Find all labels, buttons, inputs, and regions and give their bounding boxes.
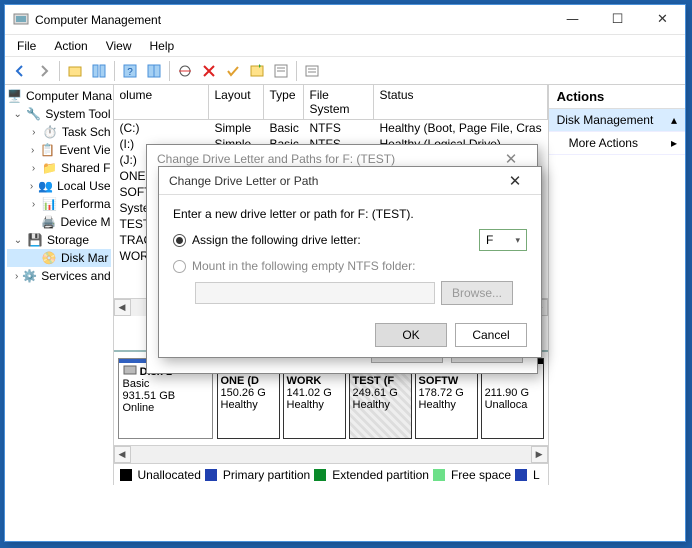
close-button[interactable]: ✕ bbox=[640, 5, 685, 34]
scroll-left-icon[interactable]: ◀ bbox=[114, 446, 131, 463]
drive-letter-select[interactable]: F ▾ bbox=[479, 229, 527, 251]
col-status[interactable]: Status bbox=[374, 85, 548, 119]
swatch-free bbox=[433, 469, 445, 481]
dialog2-cancel-button[interactable]: Cancel bbox=[455, 323, 527, 347]
swatch-primary bbox=[205, 469, 217, 481]
swatch-extended bbox=[314, 469, 326, 481]
col-layout[interactable]: Layout bbox=[209, 85, 264, 119]
tree-root[interactable]: 🖥️Computer Mana bbox=[7, 87, 111, 105]
svg-text:?: ? bbox=[127, 67, 133, 78]
delete-icon[interactable] bbox=[198, 60, 220, 82]
browse-button: Browse... bbox=[441, 281, 513, 305]
volume-row[interactable]: (C:)SimpleBasicNTFSHealthy (Boot, Page F… bbox=[114, 120, 548, 136]
tree-event-viewer[interactable]: ›📋Event Vie bbox=[7, 141, 111, 159]
mount-path-input bbox=[195, 282, 435, 304]
disk-size: 931.51 GB bbox=[123, 390, 176, 402]
menubar: File Action View Help bbox=[5, 35, 685, 57]
view-button[interactable] bbox=[88, 60, 110, 82]
radio-on-icon bbox=[173, 234, 186, 247]
dialog2-title: Change Drive Letter or Path bbox=[169, 174, 318, 188]
properties-icon[interactable] bbox=[270, 60, 292, 82]
new-icon[interactable] bbox=[246, 60, 268, 82]
disk-type: Basic bbox=[123, 378, 150, 390]
tree-services[interactable]: ›⚙️Services and bbox=[7, 267, 111, 285]
actions-header: Actions bbox=[549, 85, 685, 109]
check-icon[interactable] bbox=[222, 60, 244, 82]
app-icon bbox=[13, 12, 29, 28]
columns-button[interactable] bbox=[143, 60, 165, 82]
actions-disk-management[interactable]: Disk Management▴ bbox=[549, 109, 685, 132]
tree-shared-folders[interactable]: ›📁Shared F bbox=[7, 159, 111, 177]
help-button[interactable]: ? bbox=[119, 60, 141, 82]
list-icon[interactable] bbox=[301, 60, 323, 82]
settings-icon[interactable] bbox=[174, 60, 196, 82]
dialog-change-letter: Change Drive Letter or Path ✕ Enter a ne… bbox=[158, 166, 542, 358]
tree-device-manager[interactable]: 🖨️Device M bbox=[7, 213, 111, 231]
scroll-right-icon[interactable]: ▶ bbox=[531, 446, 548, 463]
minimize-button[interactable]: — bbox=[550, 5, 595, 34]
tree-performance[interactable]: ›📊Performa bbox=[7, 195, 111, 213]
disk-h-scrollbar[interactable]: ◀ ▶ bbox=[114, 445, 548, 463]
dialog1-title: Change Drive Letter and Paths for F: (TE… bbox=[157, 152, 395, 166]
dialog2-prompt: Enter a new drive letter or path for F: … bbox=[173, 207, 527, 221]
tree-task-scheduler[interactable]: ›⏱️Task Sch bbox=[7, 123, 111, 141]
legend: Unallocated Primary partition Extended p… bbox=[114, 463, 548, 485]
toolbar: ? bbox=[5, 57, 685, 85]
radio-off-icon bbox=[173, 260, 186, 273]
dialog2-ok-button[interactable]: OK bbox=[375, 323, 447, 347]
swatch-logical bbox=[515, 469, 527, 481]
back-button[interactable] bbox=[9, 60, 31, 82]
dialog2-close-icon[interactable]: ✕ bbox=[499, 172, 531, 190]
maximize-button[interactable]: ☐ bbox=[595, 5, 640, 34]
collapse-icon: ▴ bbox=[671, 113, 677, 127]
chevron-down-icon: ▾ bbox=[515, 235, 520, 246]
tree-pane: 🖥️Computer Mana ⌄🔧System Tool ›⏱️Task Sc… bbox=[5, 85, 114, 485]
menu-action[interactable]: Action bbox=[46, 37, 95, 55]
titlebar[interactable]: Computer Management — ☐ ✕ bbox=[5, 5, 685, 35]
dialog2-titlebar[interactable]: Change Drive Letter or Path ✕ bbox=[159, 167, 541, 195]
actions-pane: Actions Disk Management▴ More Actions▸ bbox=[549, 85, 685, 485]
menu-file[interactable]: File bbox=[9, 37, 44, 55]
col-filesystem[interactable]: File System bbox=[304, 85, 374, 119]
tree-system-tools[interactable]: ⌄🔧System Tool bbox=[7, 105, 111, 123]
chevron-right-icon: ▸ bbox=[671, 136, 677, 150]
col-type[interactable]: Type bbox=[264, 85, 304, 119]
swatch-unallocated bbox=[120, 469, 132, 481]
radio-assign-letter[interactable]: Assign the following drive letter: F ▾ bbox=[173, 229, 527, 251]
forward-button[interactable] bbox=[33, 60, 55, 82]
actions-more[interactable]: More Actions▸ bbox=[549, 132, 685, 155]
col-volume[interactable]: olume bbox=[114, 85, 209, 119]
disk-icon bbox=[123, 363, 137, 377]
tree-disk-management[interactable]: 📀Disk Mar bbox=[7, 249, 111, 267]
volume-header: olume Layout Type File System Status bbox=[114, 85, 548, 120]
up-button[interactable] bbox=[64, 60, 86, 82]
menu-view[interactable]: View bbox=[98, 37, 140, 55]
window-title: Computer Management bbox=[35, 13, 550, 27]
disk-status: Online bbox=[123, 402, 155, 414]
radio-mount-folder[interactable]: Mount in the following empty NTFS folder… bbox=[173, 259, 527, 273]
scroll-left-icon[interactable]: ◀ bbox=[114, 299, 131, 316]
tree-storage[interactable]: ⌄💾Storage bbox=[7, 231, 111, 249]
tree-local-users[interactable]: ›👥Local Use bbox=[7, 177, 111, 195]
menu-help[interactable]: Help bbox=[142, 37, 183, 55]
